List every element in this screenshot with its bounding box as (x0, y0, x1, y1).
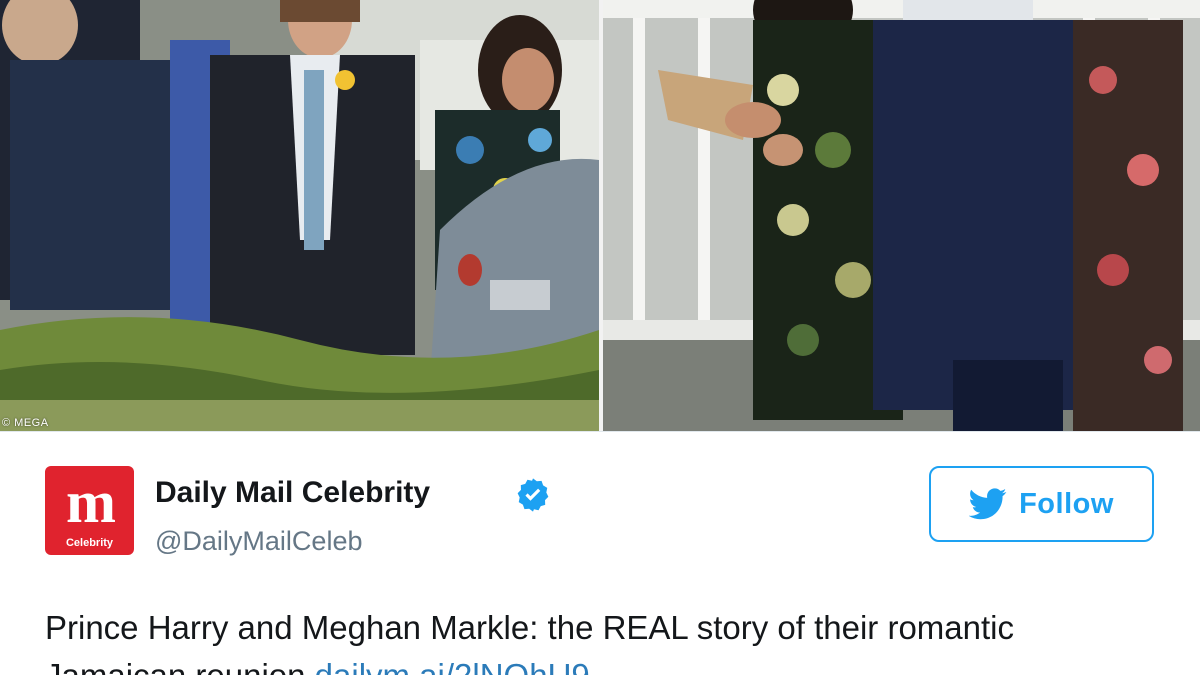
tweet-embed-screenshot: © MEGA m Celebrity Daily Mail Celebrity … (0, 0, 1200, 675)
photo-right (603, 0, 1200, 431)
tweet-text-line-2: Jamaican reunion dailym.ai/2lNQhU9 (45, 652, 1165, 675)
verified-badge-icon (517, 478, 549, 512)
avatar-logo-mark: m (66, 469, 116, 535)
tweet-text-line-2-prefix: Jamaican reunion (45, 657, 315, 675)
tweet-text-line-1: Prince Harry and Meghan Markle: the REAL… (45, 609, 1015, 646)
photo-left: © MEGA (0, 0, 599, 431)
photo-strip: © MEGA (0, 0, 1200, 431)
photo-right-image (603, 0, 1200, 431)
tweet-link[interactable]: dailym.ai/2lNQhU9 (315, 657, 590, 675)
photo-credit: © MEGA (2, 417, 49, 429)
tweet-text: Prince Harry and Meghan Markle: the REAL… (45, 604, 1165, 675)
twitter-bird-icon (969, 488, 1007, 520)
author-name[interactable]: Daily Mail Celebrity (155, 476, 430, 510)
avatar-caption: Celebrity (65, 537, 114, 549)
avatar[interactable]: m Celebrity (45, 466, 134, 555)
follow-button-label: Follow (1019, 487, 1114, 520)
follow-button[interactable]: Follow (929, 466, 1154, 542)
author-handle[interactable]: @DailyMailCeleb (155, 526, 362, 557)
tweet-card: m Celebrity Daily Mail Celebrity @DailyM… (0, 431, 1200, 675)
photo-left-image (0, 0, 599, 431)
